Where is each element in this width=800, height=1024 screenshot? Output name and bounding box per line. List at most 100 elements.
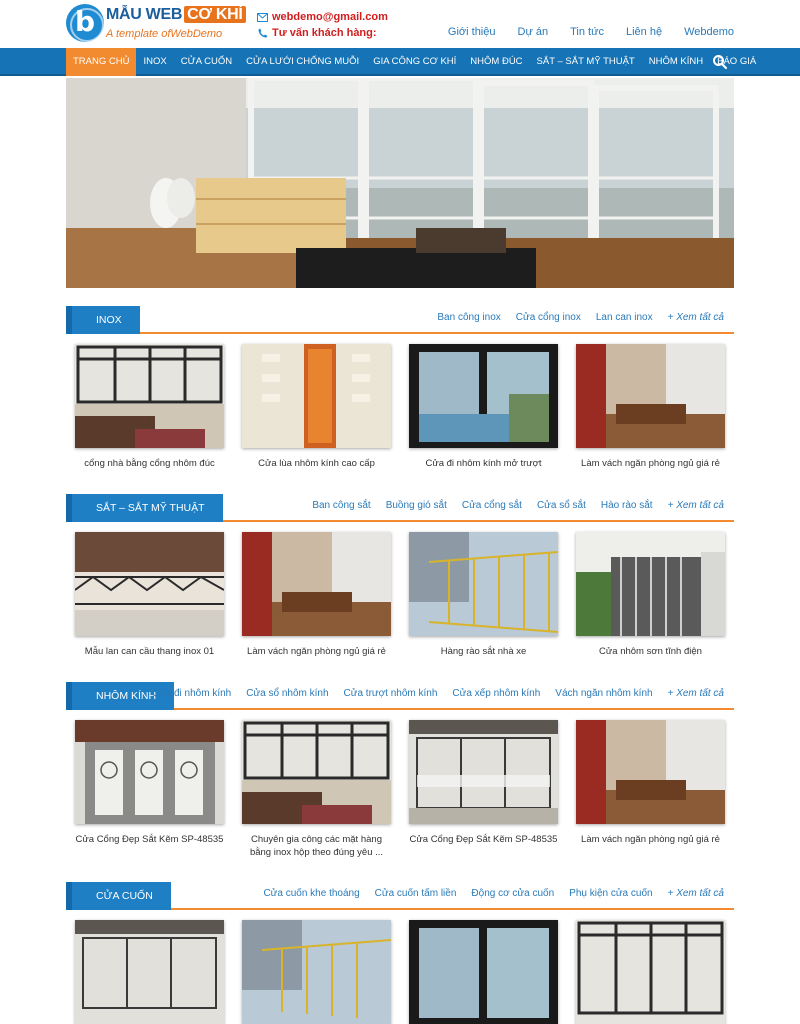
product-image[interactable] [242, 920, 391, 1024]
logo-tagline: A template ofWebDemo [106, 28, 223, 40]
product-name[interactable]: cổng nhà bằng cổng nhôm đúc [75, 457, 224, 470]
hotline-label: Tư vấn khách hàng: [272, 27, 377, 39]
product-image[interactable] [75, 720, 224, 824]
toplink-tin-tuc[interactable]: Tin tức [570, 26, 604, 38]
nav-item-home[interactable]: TRANG CHỦ [66, 48, 137, 76]
product-card[interactable]: Chuyên gia công các mặt hàng bằng inox h… [242, 720, 391, 859]
top-links: Giới thiệu Dự án Tin tức Liên hệ Webdemo [448, 26, 734, 38]
section-link[interactable]: Vách ngăn nhôm kính [555, 688, 652, 699]
section-link[interactable]: Phụ kiện cửa cuốn [569, 888, 652, 899]
nav-item-inox[interactable]: INOX [136, 48, 173, 76]
product-name[interactable]: Cửa lùa nhôm kính cao cấp [242, 457, 391, 470]
product-image[interactable] [242, 532, 391, 636]
toplink-du-an[interactable]: Dự án [518, 26, 549, 38]
view-all-link[interactable]: + Xem tất cả [668, 312, 724, 323]
product-image[interactable] [409, 344, 558, 448]
mail-icon [257, 12, 268, 23]
main-nav: TRANG CHỦ INOX CỬA CUỐN CỬA LƯỚI CHỐNG M… [0, 48, 800, 76]
hero-banner[interactable] [66, 78, 734, 288]
product-image[interactable] [576, 344, 725, 448]
product-name[interactable]: Cửa Cổng Đẹp Sắt Kẽm SP-48535 [409, 833, 558, 846]
contact-info: webdemo@gmail.com Tư vấn khách hàng: [257, 9, 388, 41]
email-link[interactable]: webdemo@gmail.com [272, 11, 388, 23]
view-all-link[interactable]: + Xem tất cả [668, 688, 724, 699]
section-link[interactable]: Cửa trượt nhôm kính [344, 688, 438, 699]
product-section-cua-cuon: CỬA CUỐN Cửa cuốn khe thoáng Cửa cuốn tấ… [66, 880, 734, 1024]
product-card[interactable]: Hàng rào sắt nhà xe [409, 532, 558, 658]
product-name[interactable]: Làm vách ngăn phòng ngủ giá rẻ [576, 833, 725, 846]
product-image[interactable] [409, 720, 558, 824]
product-card[interactable]: Làm vách ngăn phòng ngủ giá rẻ [242, 532, 391, 658]
product-name[interactable]: Cửa Cổng Đẹp Sắt Kẽm SP-48535 [75, 833, 224, 846]
logo-text-main: MẪU WEB [106, 6, 183, 23]
toplink-gioi-thieu[interactable]: Giới thiệu [448, 26, 496, 38]
product-name[interactable]: Chuyên gia công các mặt hàng bằng inox h… [242, 833, 391, 859]
product-name[interactable]: Hàng rào sắt nhà xe [409, 645, 558, 658]
toplink-lien-he[interactable]: Liên hệ [626, 26, 662, 38]
nav-item-sat[interactable]: SẮT – SẮT MỸ THUẬT [530, 48, 642, 76]
product-card[interactable] [75, 920, 224, 1024]
product-section-inox: INOX Ban công inox Cửa cổng inox Lan can… [66, 304, 734, 484]
nav-item-cua-luoi[interactable]: CỬA LƯỚI CHỐNG MUỖI [239, 48, 366, 76]
product-name[interactable]: Làm vách ngăn phòng ngủ giá rẻ [242, 645, 391, 658]
nav-item-nhom-kinh[interactable]: NHÔM KÍNH [642, 48, 710, 76]
product-image[interactable] [576, 920, 725, 1024]
product-card[interactable]: Cửa nhôm sơn tĩnh điện [576, 532, 725, 658]
section-link[interactable]: Cửa sổ nhôm kính [246, 688, 328, 699]
section-link[interactable]: Ban công sắt [312, 500, 370, 511]
logo-mark-icon: b [66, 4, 104, 42]
section-link[interactable]: Cửa cuốn tấm liền [375, 888, 457, 899]
product-image[interactable] [576, 532, 725, 636]
section-link[interactable]: Cửa cổng sắt [462, 500, 522, 511]
phone-icon [257, 28, 268, 39]
product-section-sat: SẮT – SẮT MỸ THUẬT Ban công sắt Buồng gi… [66, 492, 734, 672]
section-title[interactable]: SẮT – SẮT MỸ THUẬT [66, 494, 223, 522]
product-card[interactable]: Cửa đi nhôm kính mở trượt [409, 344, 558, 470]
product-image[interactable] [242, 720, 391, 824]
product-card[interactable]: Cửa Cổng Đẹp Sắt Kẽm SP-48535 [409, 720, 558, 859]
section-link[interactable]: Cửa sổ sắt [537, 500, 586, 511]
view-all-link[interactable]: + Xem tất cả [668, 500, 724, 511]
section-link[interactable]: Động cơ cửa cuốn [471, 888, 554, 899]
product-card[interactable]: Làm vách ngăn phòng ngủ giá rẻ [576, 720, 725, 859]
product-card[interactable] [576, 920, 725, 1024]
section-title[interactable]: CỬA CUỐN [66, 882, 171, 910]
toplink-webdemo[interactable]: Webdemo [684, 26, 734, 38]
banner-image [66, 78, 734, 288]
product-image[interactable] [409, 532, 558, 636]
product-card[interactable]: cổng nhà bằng cổng nhôm đúc [75, 344, 224, 470]
view-all-link[interactable]: + Xem tất cả [668, 888, 724, 899]
product-name[interactable]: Mẫu lan can cầu thang inox 01 [75, 645, 224, 658]
section-link[interactable]: Ban công inox [437, 312, 500, 323]
product-name[interactable]: Cửa nhôm sơn tĩnh điện [576, 645, 725, 658]
product-name[interactable]: Làm vách ngăn phòng ngủ giá rẻ [576, 457, 725, 470]
logo-text-highlight: CƠ KHÍ [184, 6, 246, 23]
product-card[interactable] [409, 920, 558, 1024]
product-card[interactable]: Cửa Cổng Đẹp Sắt Kẽm SP-48535 [75, 720, 224, 859]
product-card[interactable]: Làm vách ngăn phòng ngủ giá rẻ [576, 344, 725, 470]
section-link[interactable]: Cửa đi nhôm kính [152, 688, 232, 699]
product-image[interactable] [576, 720, 725, 824]
product-image[interactable] [75, 920, 224, 1024]
product-image[interactable] [242, 344, 391, 448]
product-image[interactable] [75, 344, 224, 448]
section-link[interactable]: Cửa cổng inox [516, 312, 581, 323]
section-link[interactable]: Hào rào sắt [601, 500, 653, 511]
nav-item-nhom-duc[interactable]: NHÔM ĐÚC [463, 48, 529, 76]
product-image[interactable] [409, 920, 558, 1024]
section-link[interactable]: Cửa xếp nhôm kính [452, 688, 540, 699]
product-image[interactable] [75, 532, 224, 636]
product-card[interactable]: Cửa lùa nhôm kính cao cấp [242, 344, 391, 470]
product-name[interactable]: Cửa đi nhôm kính mở trượt [409, 457, 558, 470]
section-link[interactable]: Buồng gió sắt [386, 500, 447, 511]
section-title[interactable]: INOX [66, 306, 140, 334]
site-header: b MẪU WEB CƠ KHÍ A template ofWebDemo web… [0, 0, 800, 48]
product-card[interactable] [242, 920, 391, 1024]
nav-item-cua-cuon[interactable]: CỬA CUỐN [174, 48, 239, 76]
site-logo[interactable]: b MẪU WEB CƠ KHÍ A template ofWebDemo [66, 4, 246, 44]
search-icon[interactable] [712, 54, 728, 70]
section-link[interactable]: Cửa cuốn khe thoáng [263, 888, 359, 899]
nav-item-gia-cong[interactable]: GIA CÔNG CƠ KHÍ [366, 48, 463, 76]
section-link[interactable]: Lan can inox [596, 312, 653, 323]
product-card[interactable]: Mẫu lan can cầu thang inox 01 [75, 532, 224, 658]
